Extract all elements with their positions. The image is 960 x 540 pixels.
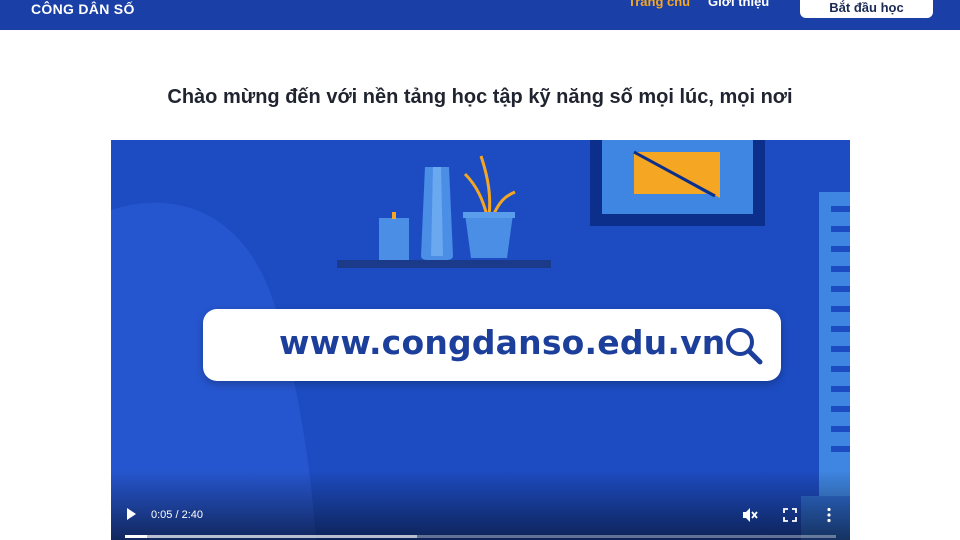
nav-link-about[interactable]: Giới thiệu	[708, 0, 769, 9]
video-progress-bar[interactable]	[125, 535, 836, 538]
brand-logo-text[interactable]: CÔNG DÂN SỐ	[31, 1, 135, 17]
video-played-bar	[125, 535, 148, 538]
video-buffered-bar	[125, 535, 417, 538]
play-icon[interactable]	[123, 506, 139, 522]
url-search-bar-graphic: www.congdanso.edu.vn	[203, 309, 781, 381]
page-title: Chào mừng đến với nền tảng học tập kỹ nă…	[167, 86, 793, 108]
start-learning-button[interactable]: Bắt đầu học	[800, 0, 933, 18]
fullscreen-icon[interactable]	[783, 508, 797, 522]
video-player[interactable]: www.congdanso.edu.vn 0:05 / 2:40	[111, 140, 850, 540]
video-time-display: 0:05 / 2:40	[151, 509, 203, 521]
muted-speaker-icon[interactable]	[741, 506, 759, 524]
search-icon	[726, 328, 763, 365]
controls-overlay	[111, 470, 850, 540]
top-navbar: CÔNG DÂN SỐ Trang chủ Giới thiệu Bắt đầu…	[0, 0, 960, 30]
more-vertical-icon[interactable]	[824, 507, 834, 523]
website-url-text: www.congdanso.edu.vn	[279, 323, 726, 362]
nav-link-home[interactable]: Trang chủ	[628, 0, 690, 9]
